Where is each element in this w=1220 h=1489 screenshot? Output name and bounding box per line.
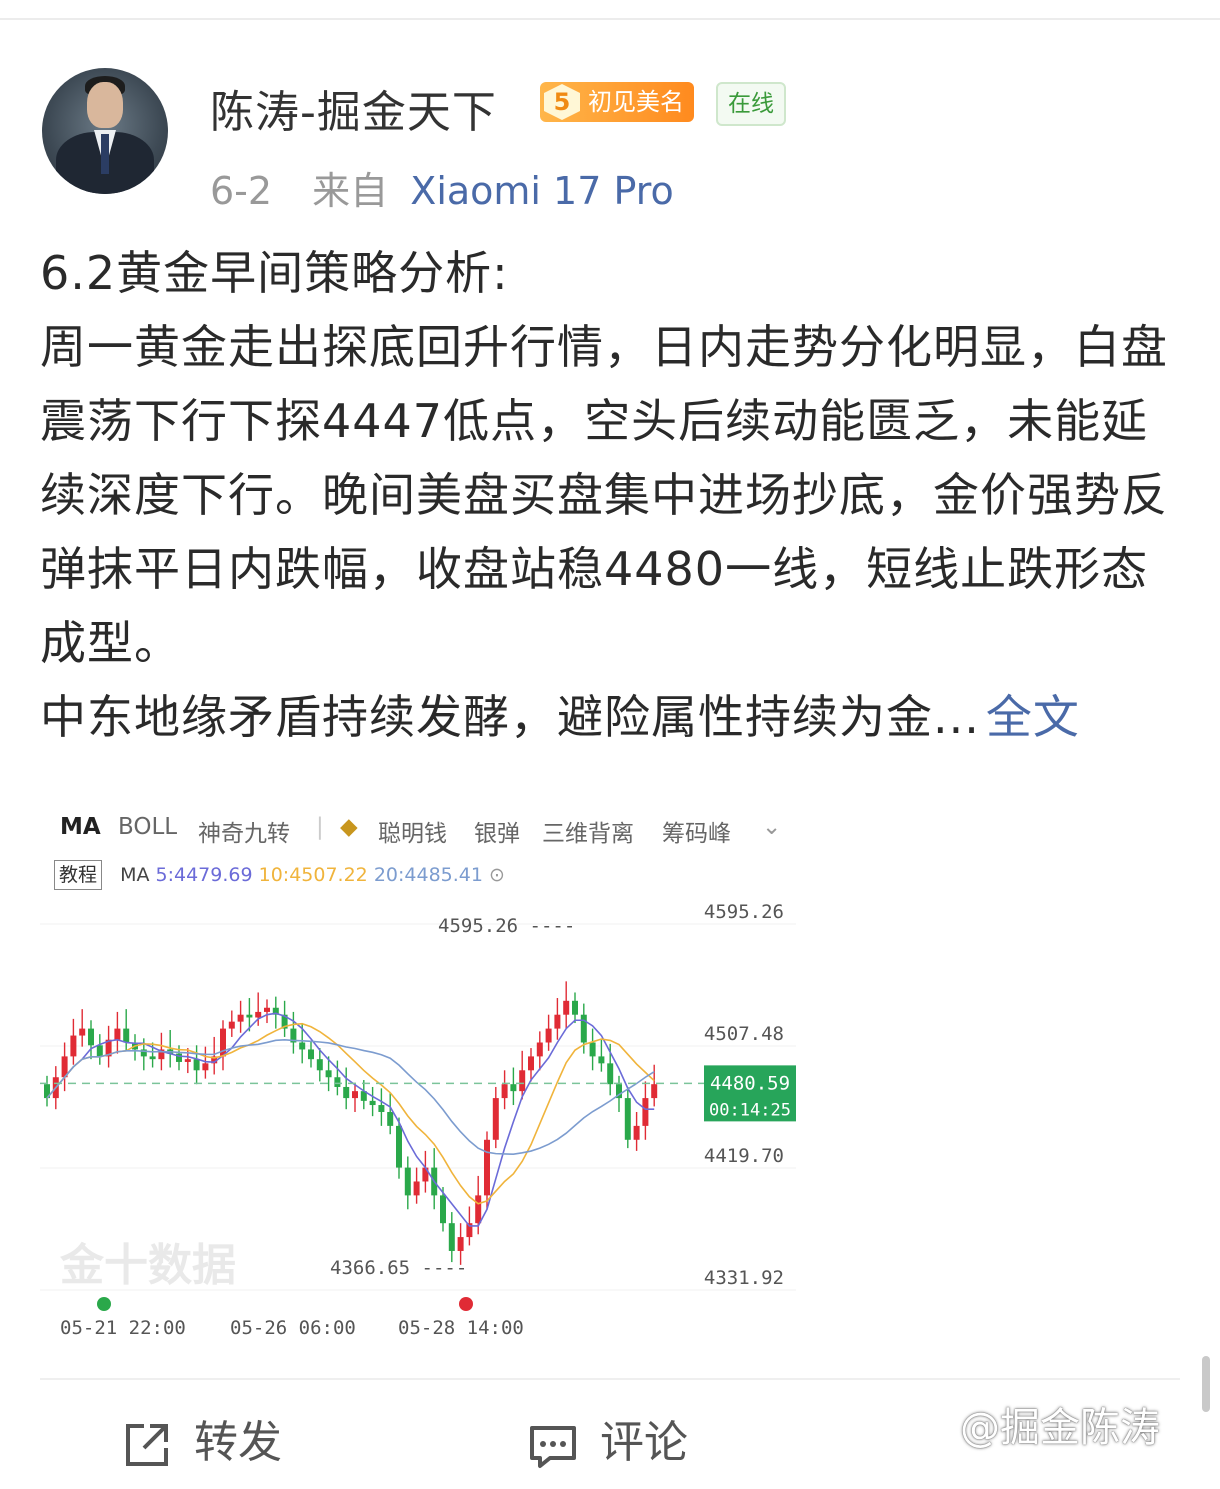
vip-badge[interactable]: 5 初见美名 bbox=[540, 82, 694, 122]
chart-watermark: 金十数据 bbox=[59, 1240, 236, 1291]
candle-body bbox=[580, 1014, 587, 1043]
candle-body bbox=[149, 1056, 156, 1060]
y-tick-label: 4595.26 bbox=[704, 901, 784, 923]
x-tick-label: 05-26 06:00 bbox=[230, 1317, 356, 1339]
candle-body bbox=[246, 1014, 253, 1018]
high-annotation: 4595.26 ---- bbox=[438, 915, 575, 937]
comment-button[interactable]: 评论 bbox=[528, 1406, 688, 1470]
y-tick-label: 4507.48 bbox=[704, 1023, 784, 1045]
candle-body bbox=[352, 1091, 358, 1099]
candle-body bbox=[264, 1007, 270, 1012]
candle-body bbox=[96, 1045, 103, 1057]
candle-body bbox=[607, 1063, 614, 1085]
from-label: 来自 bbox=[312, 169, 389, 213]
candle-body bbox=[308, 1049, 314, 1060]
scrollbar[interactable] bbox=[1202, 1356, 1210, 1412]
candle-body bbox=[193, 1059, 200, 1071]
candle-body bbox=[369, 1100, 376, 1106]
candle-body bbox=[528, 1056, 534, 1071]
top-divider bbox=[0, 18, 1220, 20]
repost-label: 转发 bbox=[194, 1417, 282, 1468]
candle-body bbox=[378, 1105, 385, 1112]
candle-body bbox=[642, 1098, 649, 1126]
chart-image[interactable]: MA BOLL 神奇九转 | ◆ 聪明钱 银弹 三维背离 筹码峰 ⌄ 教程 MA… bbox=[40, 768, 796, 1340]
comment-icon bbox=[530, 1426, 576, 1468]
candle-body bbox=[228, 1021, 235, 1029]
candle-body bbox=[237, 1014, 244, 1022]
current-price-label: 4480.59 bbox=[710, 1072, 790, 1094]
online-badge: 在线 bbox=[716, 82, 786, 126]
candle-body bbox=[316, 1059, 323, 1071]
candle-body bbox=[492, 1098, 499, 1140]
y-tick-label: 4331.92 bbox=[704, 1267, 784, 1289]
candle-body bbox=[624, 1098, 631, 1140]
candle-body bbox=[510, 1084, 517, 1092]
candle-body bbox=[519, 1070, 526, 1092]
candle-body bbox=[202, 1063, 209, 1071]
event-marker-red bbox=[459, 1297, 473, 1311]
device-source[interactable]: Xiaomi 17 Pro bbox=[410, 169, 674, 213]
candle-body bbox=[88, 1028, 94, 1046]
fulltext-link[interactable]: 全文 bbox=[986, 690, 1080, 744]
post-meta: 6-2 来自 Xiaomi 17 Pro bbox=[210, 160, 674, 215]
candle-body bbox=[387, 1111, 394, 1126]
candle-body bbox=[545, 1028, 552, 1043]
candlestick-chart: 4595.26 4507.48 4419.70 4331.92 4480.59 00:14… bbox=[40, 901, 796, 1339]
y-tick-label: 4419.70 bbox=[704, 1145, 784, 1167]
event-marker-green bbox=[97, 1297, 111, 1311]
candle-body bbox=[484, 1139, 490, 1196]
candle-body bbox=[184, 1059, 191, 1062]
candle-body bbox=[404, 1167, 411, 1196]
candle-body bbox=[563, 1000, 570, 1015]
candle-body bbox=[633, 1125, 640, 1140]
candle-body bbox=[114, 1028, 121, 1040]
candle-body bbox=[334, 1077, 341, 1087]
countdown-label: 00:14:25 bbox=[709, 1100, 791, 1120]
candle-body bbox=[457, 1237, 464, 1251]
repost-button[interactable]: 转发 bbox=[122, 1406, 282, 1470]
candle-body bbox=[554, 1014, 561, 1029]
candle-body bbox=[501, 1084, 508, 1099]
action-divider bbox=[40, 1378, 1180, 1380]
post-title: 6.2黄金早间策略分析: bbox=[40, 246, 509, 300]
vip-badge-label: 初见美名 bbox=[588, 88, 684, 116]
candle-body bbox=[572, 1000, 578, 1015]
candle-body bbox=[123, 1028, 130, 1043]
post-paragraph: 周一黄金走出探底回升行情，日内走势分化明显，白盘震荡下行下探4447低点，空头后… bbox=[40, 320, 1168, 670]
avatar[interactable] bbox=[42, 68, 168, 194]
comment-label: 评论 bbox=[600, 1417, 688, 1468]
low-annotation: 4366.65 ---- bbox=[330, 1257, 467, 1279]
post-paragraph-2-text: 中东地缘矛盾持续发酵，避险属性持续为金... bbox=[40, 690, 980, 744]
candle-body bbox=[79, 1028, 86, 1036]
candle-body bbox=[589, 1042, 596, 1057]
candle-body bbox=[651, 1084, 658, 1099]
candle-body bbox=[440, 1195, 446, 1224]
vip-level-icon: 5 bbox=[544, 84, 580, 120]
candle-body bbox=[255, 1011, 262, 1018]
candle-body bbox=[396, 1125, 402, 1168]
candle-body bbox=[413, 1181, 420, 1196]
post-body: 6.2黄金早间策略分析: 周一黄金走出探底回升行情，日内走势分化明显，白盘震荡下… bbox=[40, 236, 1190, 754]
candle-body bbox=[343, 1086, 350, 1099]
x-tick-label: 05-21 22:00 bbox=[60, 1317, 186, 1339]
candle-body bbox=[70, 1035, 77, 1057]
candle-body bbox=[448, 1223, 455, 1251]
candle-body bbox=[325, 1070, 332, 1078]
watermark-text: @掘金陈涛 bbox=[960, 1405, 1160, 1451]
candle-body bbox=[536, 1042, 543, 1057]
candle-body bbox=[475, 1195, 482, 1224]
x-tick-label: 05-28 14:00 bbox=[398, 1317, 524, 1339]
post-paragraph-2: 中东地缘矛盾持续发酵，避险属性持续为金... 全文 bbox=[40, 680, 1190, 754]
candle-body bbox=[598, 1056, 605, 1064]
post-date: 6-2 bbox=[210, 169, 273, 213]
share-icon bbox=[126, 1424, 168, 1466]
candle-body bbox=[299, 1042, 306, 1050]
author-name[interactable]: 陈涛-掘金天下 bbox=[210, 76, 497, 140]
